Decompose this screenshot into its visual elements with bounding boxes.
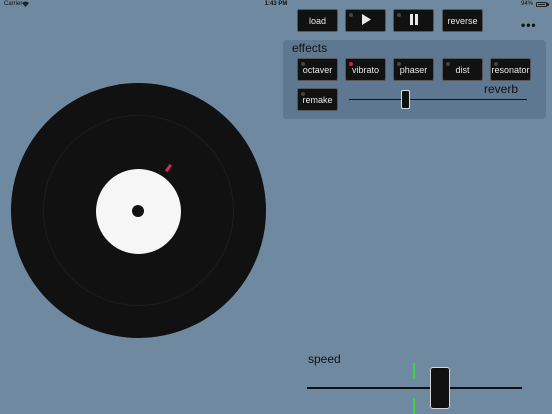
pause-led: [397, 13, 401, 17]
effect-led: [446, 62, 450, 66]
remake-button-label: remake: [302, 94, 333, 105]
effect-button-octaver[interactable]: octaver: [297, 58, 338, 81]
effect-label: octaver: [302, 64, 333, 75]
load-button-label: load: [308, 15, 326, 26]
reverse-button-label: reverse: [447, 15, 478, 26]
reverb-slider-thumb[interactable]: [401, 90, 411, 109]
effect-button-dist[interactable]: dist: [442, 58, 483, 81]
reverse-button[interactable]: reverse: [442, 9, 483, 32]
remake-led: [301, 92, 305, 96]
effect-led: [494, 62, 498, 66]
speed-slider-thumb[interactable]: [430, 367, 451, 409]
play-button[interactable]: [345, 9, 386, 32]
effect-button-phaser[interactable]: phaser: [393, 58, 434, 81]
effect-label: phaser: [399, 64, 428, 75]
speed-center-tick-top: [413, 363, 415, 379]
battery-percent: 94%: [520, 1, 533, 7]
load-button[interactable]: load: [297, 9, 338, 32]
effects-title: effects: [292, 41, 328, 55]
reverb-label: reverb: [484, 82, 519, 96]
play-led: [349, 13, 353, 17]
speed-center-tick-bottom: [413, 398, 415, 414]
effect-led: [349, 62, 353, 66]
effect-label: resonator: [491, 64, 530, 75]
status-time: 1:43 PM: [264, 1, 288, 7]
effect-button-resonator[interactable]: resonator: [490, 58, 531, 81]
speed-slider-track[interactable]: [307, 387, 522, 389]
battery-tip: [547, 3, 549, 6]
pause-icon: [409, 14, 419, 27]
more-icon[interactable]: •••: [521, 18, 537, 32]
effect-button-vibrato[interactable]: vibrato: [345, 58, 386, 81]
effect-label: vibrato: [351, 64, 379, 75]
effect-led: [397, 62, 401, 66]
play-icon: [361, 14, 371, 27]
remake-button[interactable]: remake: [297, 88, 338, 111]
record-spindle: [132, 205, 144, 217]
pause-button[interactable]: [393, 9, 434, 32]
speed-label: speed: [308, 352, 341, 366]
reverb-slider-track[interactable]: [349, 99, 527, 100]
effect-led: [301, 62, 305, 66]
battery-icon: [536, 2, 547, 7]
effect-label: dist: [455, 64, 470, 75]
